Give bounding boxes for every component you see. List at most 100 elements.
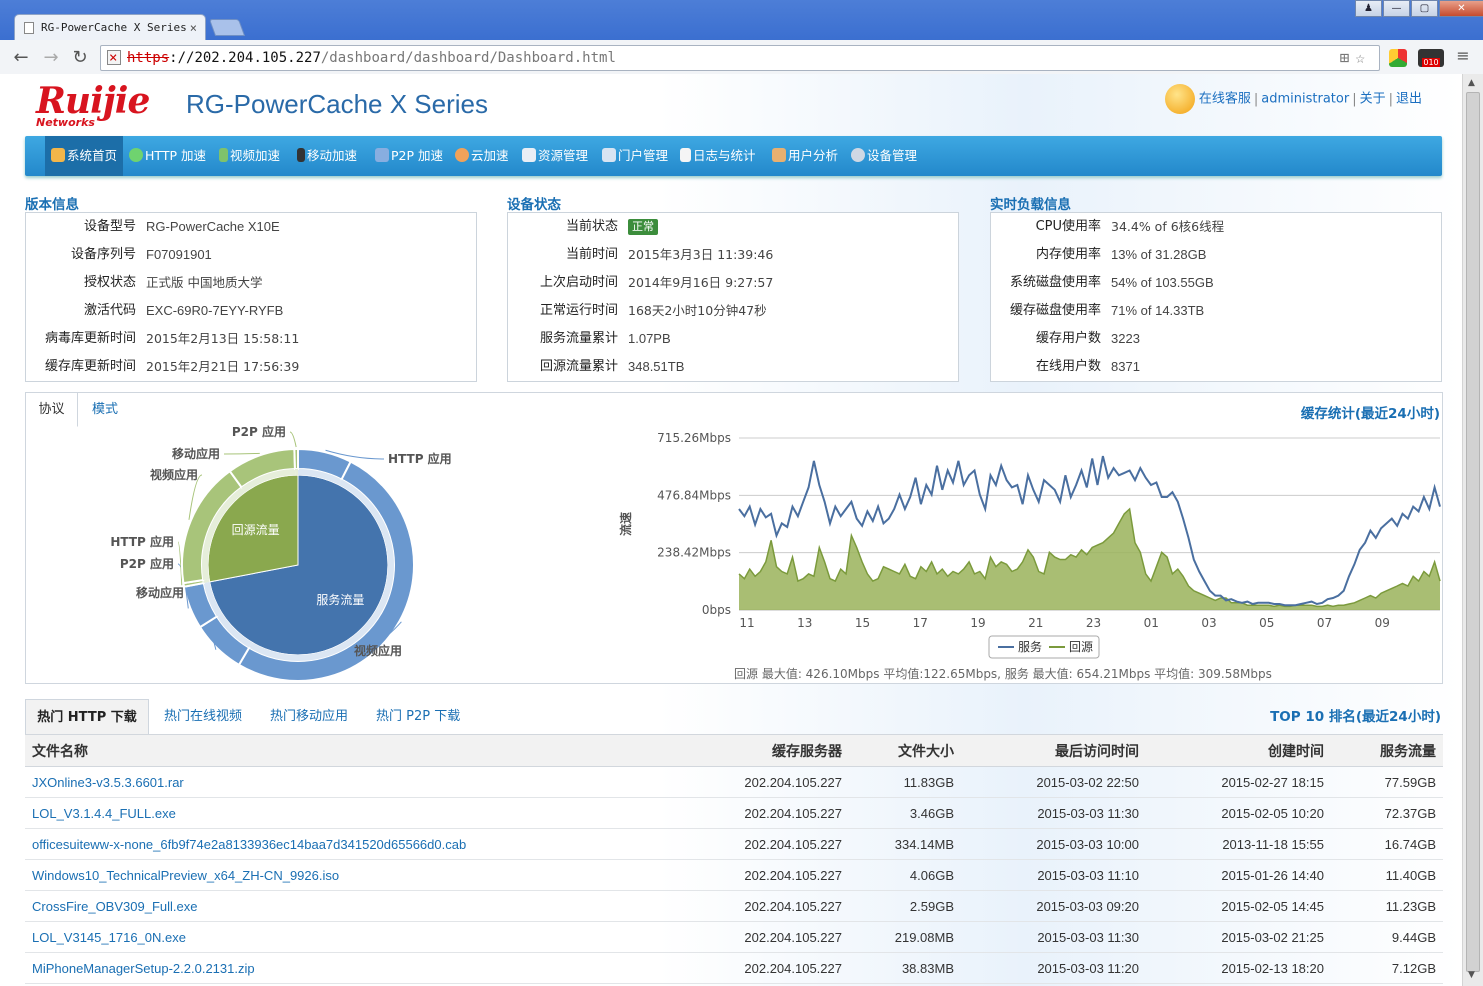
- table-row: LOL_V3145_1716_0N.exe 202.204.105.227 219.…: [25, 921, 1443, 953]
- download-tabs: 热门 HTTP 下载 热门在线视频 热门移动应用 热门 P2P 下载 TOP 1…: [25, 699, 1443, 735]
- menu-icon[interactable]: ≡: [1452, 46, 1474, 65]
- browser-tab[interactable]: RG-PowerCache X Series ×: [14, 14, 206, 40]
- table-row: Windows10_TechnicalPreview_x64_ZH-CN_992…: [25, 859, 1443, 891]
- back-icon[interactable]: ←: [10, 47, 32, 68]
- table-cell: 2015-03-02 21:25: [1146, 921, 1331, 953]
- tab-p2p-downloads[interactable]: 热门 P2P 下载: [376, 699, 460, 735]
- tab-mobile-apps[interactable]: 热门移动应用: [270, 699, 348, 735]
- reload-icon[interactable]: ↻: [69, 47, 91, 68]
- menu-home[interactable]: 系统首页: [45, 136, 123, 176]
- menu-label: 用户分析: [788, 148, 839, 163]
- file-link[interactable]: MiPhoneManagerSetup-2.2.0.2131.zip: [32, 961, 255, 976]
- tab-online-video[interactable]: 热门在线视频: [164, 699, 242, 735]
- column-header: 服务流量: [1331, 734, 1443, 767]
- menu-label: 移动加速: [307, 148, 358, 163]
- minimize-button[interactable]: —: [1383, 0, 1410, 17]
- load-info-title: 实时负载信息: [990, 197, 1071, 213]
- info-value: 34.4% of 6核6线程: [1111, 219, 1225, 234]
- info-key: 缓存磁盘使用率: [1009, 303, 1101, 318]
- maximize-button[interactable]: ▢: [1411, 0, 1438, 17]
- file-link[interactable]: LOL_V3145_1716_0N.exe: [32, 930, 186, 945]
- pie-outer-label: HTTP 应用: [388, 451, 452, 466]
- table-cell: 16.74GB: [1331, 828, 1443, 860]
- car-extension-icon[interactable]: 010: [1418, 49, 1444, 67]
- log-icon: [680, 148, 691, 162]
- file-link[interactable]: LOL_V3.1.4.4_FULL.exe: [32, 806, 176, 821]
- menu-logs[interactable]: 日志与统计: [680, 136, 756, 176]
- insecure-lock-icon[interactable]: [107, 46, 121, 70]
- table-cell: 2015-03-03 11:10: [961, 859, 1146, 891]
- x-tick-label: 03: [1201, 616, 1216, 630]
- menu-p2p[interactable]: P2P 加速: [375, 136, 443, 176]
- page-icon: [24, 22, 34, 34]
- file-link[interactable]: CrossFire_OBV309_Full.exe: [32, 899, 197, 914]
- translate-icon[interactable]: ⊞: [1340, 48, 1356, 67]
- scroll-thumb[interactable]: [1466, 92, 1480, 972]
- file-name-cell: LOL_V3145_1716_0N.exe: [25, 921, 719, 953]
- tab-http-downloads[interactable]: 热门 HTTP 下载: [25, 699, 149, 735]
- info-key: 当前状态: [565, 219, 618, 234]
- new-tab-button[interactable]: [208, 19, 246, 36]
- table-cell: 2015-03-03 11:30: [961, 797, 1146, 829]
- menu-label: 云加速: [471, 148, 509, 163]
- file-link[interactable]: JXOnline3-v3.5.3.6601.rar: [32, 775, 184, 790]
- version-info-title: 版本信息: [25, 197, 79, 213]
- table-cell: 11.40GB: [1331, 859, 1443, 891]
- x-tick-label: 21: [1028, 616, 1043, 630]
- menu-video[interactable]: 视频加速: [219, 136, 280, 176]
- home-icon: [51, 148, 65, 162]
- traffic-summary: 回源 最大值: 426.10Mbps 平均值:122.65Mbps, 服务 最大…: [734, 667, 1272, 681]
- scroll-down-icon[interactable]: ▼: [1468, 970, 1475, 980]
- online-support-link[interactable]: 在线客服: [1199, 92, 1251, 107]
- tab-protocol[interactable]: 协议: [26, 393, 78, 427]
- table-cell: 219.08MB: [849, 921, 961, 953]
- about-link[interactable]: 关于: [1360, 92, 1386, 107]
- support-smiley-icon[interactable]: [1164, 84, 1195, 114]
- pie-outer-label: 移动应用: [136, 585, 184, 600]
- scroll-up-icon[interactable]: ▲: [1468, 78, 1475, 88]
- cloud-icon: [455, 148, 469, 162]
- menu-device[interactable]: 设备管理: [851, 136, 917, 176]
- film-icon: [219, 148, 228, 162]
- info-key: 设备型号: [83, 219, 136, 234]
- y-tick-label: 238.42Mbps: [657, 546, 731, 560]
- x-tick-label: 19: [970, 616, 985, 630]
- status-badge: 正常: [628, 219, 658, 235]
- table-cell: 2015-02-27 18:15: [1146, 766, 1331, 798]
- chrome-extension-icon[interactable]: [1389, 49, 1407, 67]
- close-tab-icon[interactable]: ×: [190, 15, 197, 41]
- logout-link[interactable]: 退出: [1396, 92, 1422, 107]
- pie-leader-line: [289, 431, 297, 448]
- user-link[interactable]: administrator: [1261, 92, 1349, 107]
- menu-mobile[interactable]: 移动加速: [297, 136, 357, 176]
- menu-resources[interactable]: 资源管理: [522, 136, 588, 176]
- user-button[interactable]: ♟: [1355, 0, 1382, 17]
- menu-cloud[interactable]: 云加速: [455, 136, 509, 176]
- info-value: 168天2小时10分钟47秒: [628, 303, 767, 318]
- pie-inner-label: 服务流量: [316, 592, 364, 607]
- page-scrollbar[interactable]: ▲ ▼: [1462, 74, 1483, 986]
- forward-icon[interactable]: →: [40, 47, 62, 68]
- pie-leader-line: [223, 452, 260, 455]
- table-cell: 202.204.105.227: [719, 952, 849, 984]
- tab-mode[interactable]: 模式: [92, 393, 118, 427]
- menu-users[interactable]: 用户分析: [772, 136, 838, 176]
- table-cell: 2015-03-03 11:30: [961, 921, 1146, 953]
- info-value: F07091901: [146, 247, 212, 262]
- table-cell: 72.37GB: [1331, 797, 1443, 829]
- menu-portal[interactable]: 门户管理: [602, 136, 668, 176]
- menu-http[interactable]: HTTP 加速: [129, 136, 206, 176]
- cache-stats-panel: 协议 模式 缓存统计(最近24小时) 服务流量 回源流量 HTTP 应用 视频应用 移动…: [25, 392, 1443, 684]
- file-link[interactable]: officesuiteww-x-none_6fb9f74e2a8133936ec…: [32, 837, 466, 852]
- table-cell: 202.204.105.227: [719, 766, 849, 798]
- close-window-button[interactable]: ✕: [1439, 0, 1483, 17]
- url-path: /dashboard/dashboard/Dashboard.html: [320, 50, 616, 66]
- bookmark-star-icon[interactable]: ☆: [1355, 48, 1371, 67]
- file-name-cell: MiPhoneManagerSetup-2.2.0.2131.zip: [25, 952, 719, 984]
- table-cell: 2015-03-02 22:50: [961, 766, 1146, 798]
- info-value: 71% of 14.33TB: [1111, 303, 1205, 318]
- file-link[interactable]: Windows10_TechnicalPreview_x64_ZH-CN_992…: [32, 868, 339, 883]
- address-bar[interactable]: https://202.204.105.227/dashboard/dashbo…: [100, 45, 1380, 71]
- x-tick-label: 01: [1144, 616, 1159, 630]
- table-cell: 2015-03-03 11:20: [961, 952, 1146, 984]
